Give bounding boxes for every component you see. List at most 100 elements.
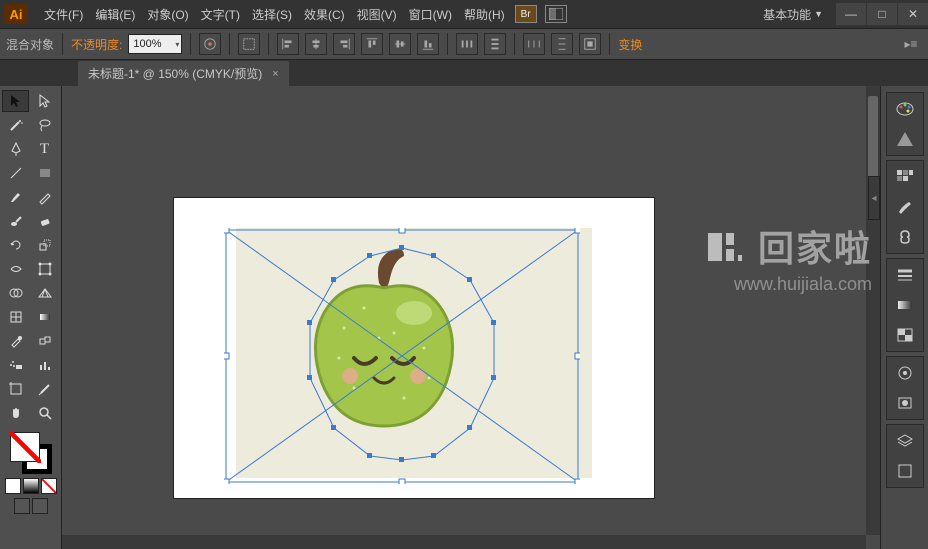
- dock-expand-handle[interactable]: ◂: [868, 176, 880, 220]
- lasso-tool[interactable]: [31, 114, 58, 136]
- artboards-panel-icon[interactable]: [891, 458, 919, 484]
- line-tool[interactable]: [2, 162, 29, 184]
- rotate-tool[interactable]: [2, 234, 29, 256]
- close-button[interactable]: ✕: [898, 3, 928, 25]
- blob-brush-tool[interactable]: [2, 210, 29, 232]
- free-transform-tool[interactable]: [31, 258, 58, 280]
- document-tabbar: 未标题-1* @ 150% (CMYK/预览) ×: [0, 60, 928, 86]
- scale-tool[interactable]: [31, 234, 58, 256]
- swatches-panel-icon[interactable]: [891, 164, 919, 190]
- stroke-panel-icon[interactable]: [891, 262, 919, 288]
- screen-mode-full[interactable]: [32, 498, 48, 514]
- rectangle-tool[interactable]: [31, 162, 58, 184]
- opacity-value: 100%: [133, 38, 161, 50]
- fill-stroke-swatch[interactable]: [2, 430, 59, 516]
- workspace-switcher[interactable]: 基本功能 ▼: [759, 6, 827, 23]
- magic-wand-tool[interactable]: [2, 114, 29, 136]
- document-tab[interactable]: 未标题-1* @ 150% (CMYK/预览) ×: [78, 61, 289, 86]
- gradient-mode-button[interactable]: [23, 478, 39, 494]
- column-graph-tool[interactable]: [31, 354, 58, 376]
- graphic-styles-panel-icon[interactable]: [891, 390, 919, 416]
- slice-tool[interactable]: [31, 378, 58, 400]
- arrange-docs-button[interactable]: [545, 5, 567, 23]
- canvas-area[interactable]: [62, 86, 880, 549]
- hand-tool[interactable]: [2, 402, 29, 424]
- pen-tool[interactable]: [2, 138, 29, 160]
- window-controls: — □ ✕: [835, 3, 928, 25]
- mesh-tool[interactable]: [2, 306, 29, 328]
- align-right-button[interactable]: [333, 33, 355, 55]
- selection-overlay: [224, 228, 580, 484]
- close-icon[interactable]: ×: [272, 68, 278, 80]
- recolor-button[interactable]: [199, 33, 221, 55]
- opacity-label: 不透明度:: [71, 36, 122, 53]
- menu-view[interactable]: 视图(V): [351, 6, 403, 23]
- chevron-down-icon: ▾: [175, 40, 181, 49]
- menu-window[interactable]: 窗口(W): [403, 6, 458, 23]
- zoom-tool[interactable]: [31, 402, 58, 424]
- distribute-space-v-button[interactable]: [551, 33, 573, 55]
- color-panel-icon[interactable]: [891, 96, 919, 122]
- workspace-label: 基本功能: [763, 6, 811, 23]
- align-hcenter-button[interactable]: [305, 33, 327, 55]
- paintbrush-tool[interactable]: [2, 186, 29, 208]
- opacity-input[interactable]: 100% ▾: [128, 34, 182, 54]
- fill-swatch[interactable]: [10, 432, 40, 462]
- perspective-grid-tool[interactable]: [31, 282, 58, 304]
- eraser-tool[interactable]: [31, 210, 58, 232]
- align-to-button[interactable]: [579, 33, 601, 55]
- direct-selection-tool[interactable]: [31, 90, 58, 112]
- transparency-panel-icon[interactable]: [891, 322, 919, 348]
- selection-tool[interactable]: [2, 90, 29, 112]
- gradient-panel-icon[interactable]: [891, 292, 919, 318]
- appearance-panel-icon[interactable]: [891, 360, 919, 386]
- blend-tool[interactable]: [31, 330, 58, 352]
- menu-edit[interactable]: 编辑(E): [89, 6, 141, 23]
- menu-file[interactable]: 文件(F): [38, 6, 89, 23]
- width-tool[interactable]: [2, 258, 29, 280]
- vertical-scrollbar[interactable]: [866, 86, 880, 535]
- isolate-button[interactable]: [238, 33, 260, 55]
- screen-mode-normal[interactable]: [14, 498, 30, 514]
- align-top-button[interactable]: [361, 33, 383, 55]
- menu-object[interactable]: 对象(O): [141, 6, 194, 23]
- options-bar: 混合对象 不透明度: 100% ▾ 变换 ▸≡: [0, 28, 928, 60]
- menu-effect[interactable]: 效果(C): [298, 6, 351, 23]
- menu-help[interactable]: 帮助(H): [458, 6, 511, 23]
- align-vcenter-button[interactable]: [389, 33, 411, 55]
- artboard[interactable]: [174, 198, 654, 498]
- shape-builder-tool[interactable]: [2, 282, 29, 304]
- eyedropper-tool[interactable]: [2, 330, 29, 352]
- right-dock: [880, 86, 928, 549]
- symbol-sprayer-tool[interactable]: [2, 354, 29, 376]
- distribute-h-button[interactable]: [456, 33, 478, 55]
- layers-panel-icon[interactable]: [891, 428, 919, 454]
- gradient-tool[interactable]: [31, 306, 58, 328]
- options-menu-button[interactable]: ▸≡: [900, 33, 922, 55]
- menu-type[interactable]: 文字(T): [195, 6, 246, 23]
- minimize-button[interactable]: —: [836, 3, 866, 25]
- horizontal-scrollbar[interactable]: [62, 535, 866, 549]
- artboard-tool[interactable]: [2, 378, 29, 400]
- brushes-panel-icon[interactable]: [891, 194, 919, 220]
- tab-title: 未标题-1* @ 150% (CMYK/预览): [88, 65, 262, 82]
- symbols-panel-icon[interactable]: [891, 224, 919, 250]
- align-left-button[interactable]: [277, 33, 299, 55]
- pencil-tool[interactable]: [31, 186, 58, 208]
- blend-object-label: 混合对象: [6, 36, 54, 53]
- transform-label[interactable]: 变换: [618, 36, 642, 53]
- bridge-button[interactable]: Br: [515, 5, 537, 23]
- menubar: Ai 文件(F) 编辑(E) 对象(O) 文字(T) 选择(S) 效果(C) 视…: [0, 0, 928, 28]
- maximize-button[interactable]: □: [867, 3, 897, 25]
- distribute-space-h-button[interactable]: [523, 33, 545, 55]
- menu-select[interactable]: 选择(S): [246, 6, 298, 23]
- align-bottom-button[interactable]: [417, 33, 439, 55]
- type-tool[interactable]: T: [31, 138, 58, 160]
- chevron-down-icon: ▼: [814, 9, 823, 19]
- color-mode-button[interactable]: [5, 478, 21, 494]
- app-logo: Ai: [4, 4, 28, 24]
- none-mode-button[interactable]: [41, 478, 57, 494]
- toolbox: T: [0, 86, 62, 549]
- distribute-v-button[interactable]: [484, 33, 506, 55]
- color-guide-panel-icon[interactable]: [891, 126, 919, 152]
